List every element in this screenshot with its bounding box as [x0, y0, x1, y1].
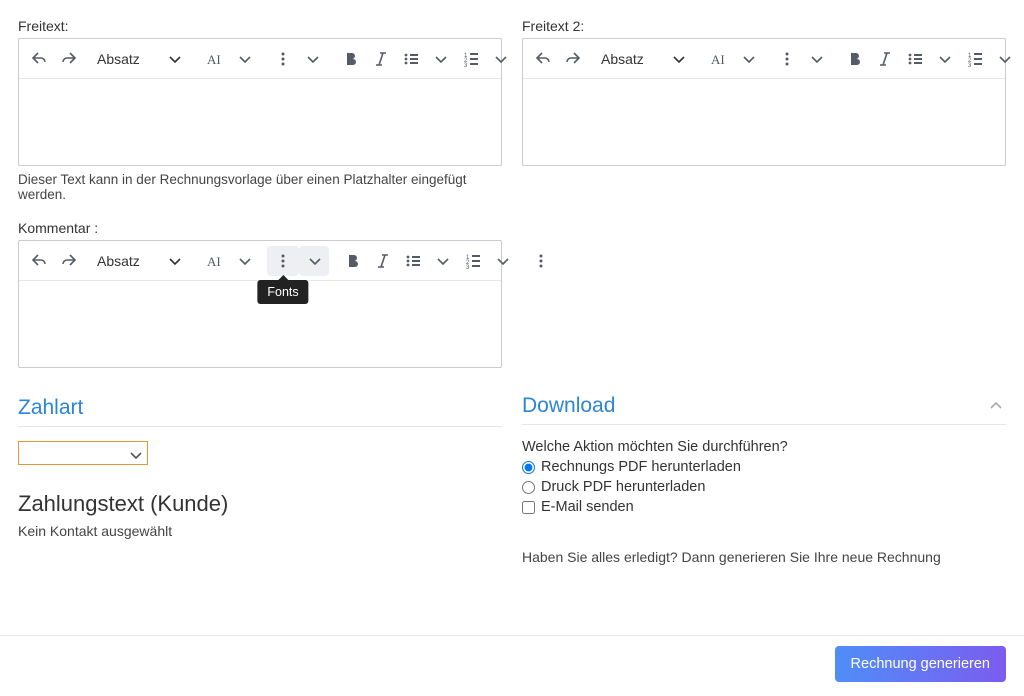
chevron-down-icon[interactable] [229, 44, 259, 74]
radio-invoice-pdf[interactable] [522, 461, 535, 474]
numbered-list-button[interactable] [457, 246, 487, 276]
option-print-pdf-label: Druck PDF herunterladen [541, 479, 705, 495]
zahlart-heading: Zahlart [18, 396, 502, 427]
numbered-list-button[interactable] [455, 44, 485, 74]
option-email-label: E-Mail senden [541, 499, 634, 515]
undo-button[interactable] [23, 246, 53, 276]
bold-button[interactable] [337, 246, 367, 276]
bold-button[interactable] [839, 44, 869, 74]
freitext2-toolbar: Absatz [523, 39, 1005, 79]
freitext2-body[interactable] [523, 79, 1005, 165]
redo-button[interactable] [557, 44, 587, 74]
footer-bar: Rechnung generieren [0, 635, 1024, 696]
chevron-up-icon [986, 396, 1006, 416]
download-heading[interactable]: Download [522, 394, 1006, 425]
paragraph-style-select[interactable]: Absatz [91, 44, 191, 74]
redo-button[interactable] [53, 246, 83, 276]
chevron-down-icon [165, 49, 185, 69]
freitext1-editor: Absatz [18, 38, 502, 166]
bullet-list-button[interactable] [397, 246, 427, 276]
fonts-tooltip: Fonts [257, 280, 308, 304]
option-invoice-pdf-label: Rechnungs PDF herunterladen [541, 459, 741, 475]
chevron-down-icon[interactable] [989, 44, 1019, 74]
chevron-down-icon[interactable] [929, 44, 959, 74]
kommentar-toolbar: Absatz Fonts [19, 241, 501, 281]
chevron-down-icon[interactable] [297, 44, 327, 74]
bullet-list-button[interactable] [395, 44, 425, 74]
redo-button[interactable] [53, 44, 83, 74]
undo-button[interactable] [527, 44, 557, 74]
chevron-down-icon[interactable] [487, 246, 517, 276]
more-icon[interactable] [771, 44, 801, 74]
freitext1-helper: Dieser Text kann in der Rechnungsvorlage… [18, 172, 502, 202]
more-icon[interactable] [267, 44, 297, 74]
zahlart-select[interactable] [18, 441, 148, 465]
chevron-down-icon[interactable] [299, 246, 329, 276]
chevron-down-icon [126, 445, 142, 461]
ai-button[interactable] [199, 246, 229, 276]
option-invoice-pdf[interactable]: Rechnungs PDF herunterladen [522, 459, 1006, 475]
italic-button[interactable] [367, 246, 397, 276]
paragraph-style-select[interactable]: Absatz [91, 246, 191, 276]
bold-button[interactable] [335, 44, 365, 74]
checkbox-email[interactable] [522, 501, 535, 514]
chevron-down-icon[interactable] [485, 44, 515, 74]
bullet-list-button[interactable] [899, 44, 929, 74]
kommentar-label: Kommentar : [18, 220, 502, 236]
chevron-down-icon[interactable] [733, 44, 763, 74]
freitext1-label: Freitext: [18, 18, 502, 34]
kommentar-editor: Absatz Fonts [18, 240, 502, 368]
paragraph-style-label: Absatz [97, 51, 140, 67]
paragraph-style-select[interactable]: Absatz [595, 44, 695, 74]
chevron-down-icon [669, 49, 689, 69]
generate-invoice-button[interactable]: Rechnung generieren [835, 646, 1006, 682]
paragraph-style-label: Absatz [97, 253, 140, 269]
option-email[interactable]: E-Mail senden [522, 499, 1006, 515]
fonts-button[interactable] [267, 246, 299, 276]
ai-button[interactable] [703, 44, 733, 74]
paragraph-style-label: Absatz [601, 51, 644, 67]
chevron-down-icon[interactable] [425, 44, 455, 74]
numbered-list-button[interactable] [959, 44, 989, 74]
italic-button[interactable] [869, 44, 899, 74]
option-print-pdf[interactable]: Druck PDF herunterladen [522, 479, 1006, 495]
zahlungstext-heading: Zahlungstext (Kunde) [18, 491, 502, 517]
radio-print-pdf[interactable] [522, 481, 535, 494]
ai-button[interactable] [199, 44, 229, 74]
download-question: Welche Aktion möchten Sie durchführen? [522, 439, 1006, 455]
freitext2-editor: Absatz [522, 38, 1006, 166]
chevron-down-icon[interactable] [427, 246, 457, 276]
italic-button[interactable] [365, 44, 395, 74]
download-hint: Haben Sie alles erledigt? Dann generiere… [522, 549, 1006, 565]
freitext1-toolbar: Absatz [19, 39, 501, 79]
chevron-down-icon[interactable] [229, 246, 259, 276]
chevron-down-icon[interactable] [801, 44, 831, 74]
freitext1-body[interactable] [19, 79, 501, 165]
undo-button[interactable] [23, 44, 53, 74]
chevron-down-icon [165, 251, 185, 271]
freitext2-label: Freitext 2: [522, 18, 1006, 34]
zahlungstext-note: Kein Kontakt ausgewählt [18, 523, 502, 539]
